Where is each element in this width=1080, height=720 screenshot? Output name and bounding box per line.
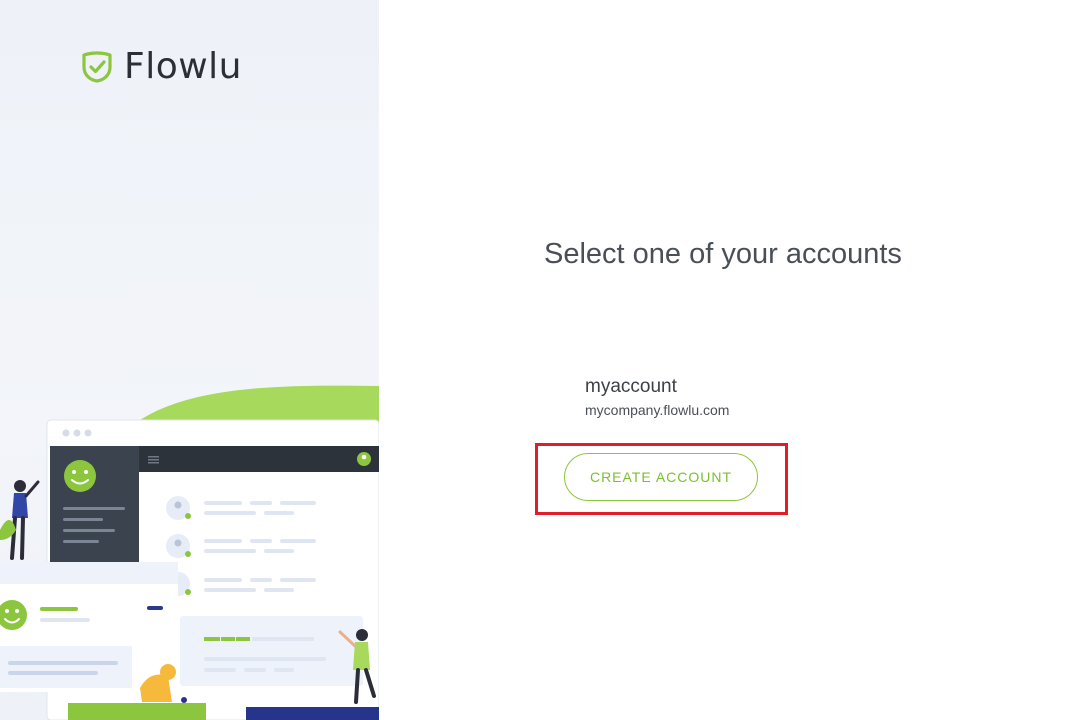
create-account-button[interactable]: CREATE ACCOUNT	[564, 453, 758, 501]
page-title: Select one of your accounts	[544, 238, 902, 270]
dashboard-illustration	[0, 385, 379, 720]
left-illustration-panel: Flowlu	[0, 0, 379, 720]
account-selection-panel: Select one of your accounts myaccount my…	[379, 0, 1080, 720]
account-item-myaccount[interactable]: myaccount mycompany.flowlu.com	[585, 376, 845, 419]
flowlu-logo: Flowlu	[80, 46, 242, 87]
brand-name: Flowlu	[124, 46, 242, 87]
account-domain: mycompany.flowlu.com	[585, 402, 730, 418]
account-name: myaccount	[585, 376, 677, 397]
shield-check-icon	[82, 50, 112, 83]
